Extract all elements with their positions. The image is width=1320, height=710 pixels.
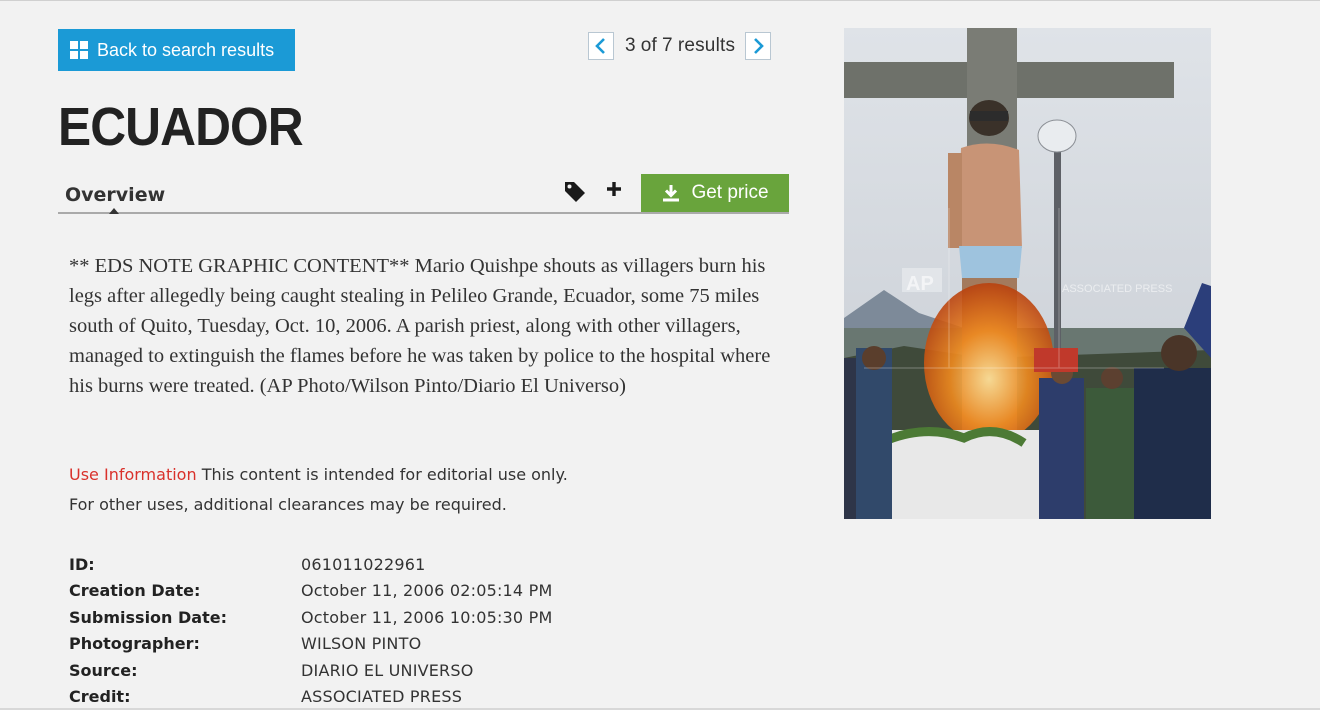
get-price-button[interactable]: Get price	[641, 174, 789, 212]
tab-overview[interactable]: Overview	[65, 184, 165, 206]
photo-image: AP ASSOCIATED PRESS	[844, 28, 1211, 519]
plus-icon[interactable]	[603, 178, 625, 200]
back-to-search-button[interactable]: Back to search results	[58, 29, 295, 71]
metadata-value: ASSOCIATED PRESS	[301, 687, 463, 707]
metadata-value: WILSON PINTO	[301, 634, 422, 654]
pager-results-label: results	[677, 35, 736, 56]
metadata-row: Photographer: WILSON PINTO	[69, 631, 552, 658]
use-information: Use Information This content is intended…	[69, 460, 769, 520]
back-to-search-label: Back to search results	[97, 39, 275, 60]
top-divider	[0, 0, 1320, 1]
metadata-value: 061011022961	[301, 554, 426, 574]
previous-result-button[interactable]	[588, 32, 614, 60]
news-photo[interactable]: AP ASSOCIATED PRESS	[844, 28, 1211, 519]
metadata-value: DIARIO EL UNIVERSO	[301, 660, 474, 680]
grid-icon	[70, 41, 88, 59]
metadata-row: Submission Date: October 11, 2006 10:05:3…	[69, 604, 552, 631]
tab-bar: Overview Get price	[58, 174, 789, 214]
metadata-key: Photographer:	[69, 634, 200, 654]
tag-icon[interactable]	[563, 180, 587, 202]
metadata-row: Source: DIARIO EL UNIVERSO	[69, 657, 552, 684]
get-price-label: Get price	[691, 182, 769, 203]
results-pager: 3 of 7 results	[588, 30, 772, 62]
metadata-key: Credit:	[69, 687, 131, 707]
pager-current: 3	[625, 35, 636, 56]
chevron-right-icon	[754, 38, 765, 54]
page-title: ECUADOR	[58, 97, 304, 157]
watermark-logo: AP	[906, 273, 934, 295]
metadata-key: Source:	[69, 660, 138, 680]
metadata-table: ID: 061011022961 Creation Date: October 11…	[69, 551, 552, 710]
metadata-value: October 11, 2006 02:05:14 PM	[301, 581, 553, 601]
pager-of: of	[640, 35, 658, 56]
download-icon	[663, 185, 680, 202]
pager-status: 3 of 7 results	[625, 35, 735, 57]
metadata-row: ID: 061011022961	[69, 551, 552, 578]
metadata-row: Creation Date: October 11, 2006 02:05:14 …	[69, 578, 552, 605]
metadata-row: Credit: ASSOCIATED PRESS	[69, 684, 552, 710]
watermark-text: ASSOCIATED PRESS	[1062, 283, 1172, 295]
active-tab-indicator	[109, 208, 119, 214]
metadata-value: October 11, 2006 10:05:30 PM	[301, 607, 553, 627]
use-information-text: This content is intended for editorial u…	[201, 465, 568, 484]
use-information-text-2: For other uses, additional clearances ma…	[69, 495, 507, 514]
photo-caption: ** EDS NOTE GRAPHIC CONTENT** Mario Quis…	[69, 255, 771, 397]
chevron-left-icon	[595, 38, 605, 54]
metadata-key: Creation Date:	[69, 581, 201, 601]
pager-total: 7	[662, 35, 673, 56]
use-information-link[interactable]: Use Information	[69, 465, 197, 484]
next-result-button[interactable]	[745, 32, 772, 60]
metadata-key: Submission Date:	[69, 607, 227, 627]
metadata-key: ID:	[69, 554, 95, 574]
